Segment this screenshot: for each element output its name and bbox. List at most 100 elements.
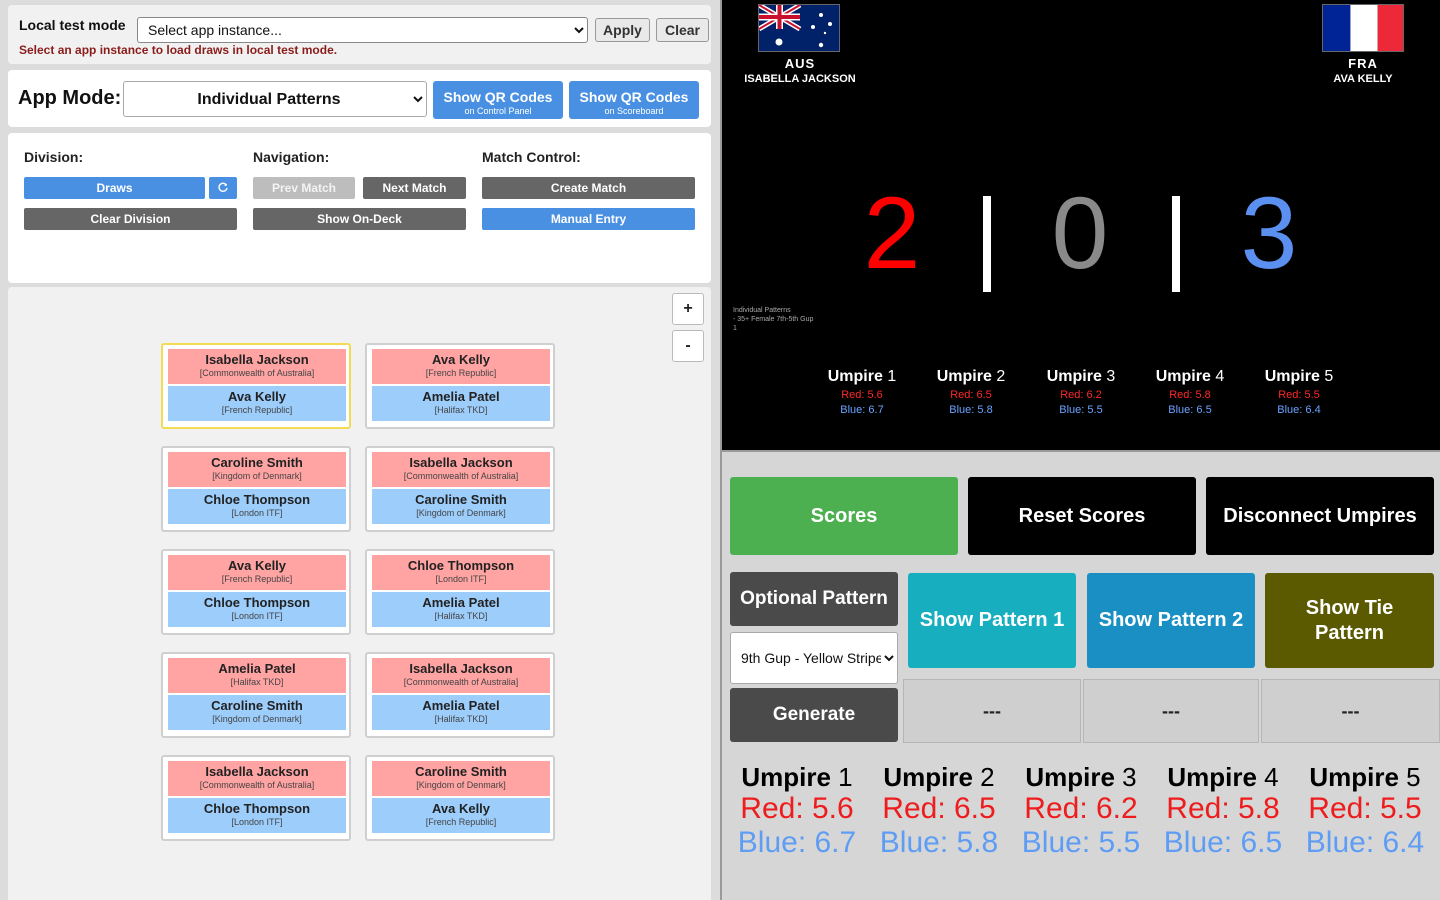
red-slot: Caroline Smith [Kingdom of Denmark] bbox=[372, 761, 550, 796]
blue-athlete: Ava Kelly bbox=[431, 801, 491, 816]
division-title: Division: bbox=[24, 149, 84, 165]
red-athlete: Isabella Jackson bbox=[205, 352, 309, 367]
umpire-number: 4 bbox=[1215, 368, 1225, 385]
app-mode-card: App Mode: Individual Patterns Show QR Co… bbox=[8, 70, 711, 127]
match-card[interactable]: Caroline Smith [Kingdom of Denmark] Ava Ke… bbox=[365, 755, 555, 841]
zoom-in-button[interactable]: + bbox=[672, 293, 704, 325]
blue-slot: Ava Kelly [French Republic] bbox=[168, 386, 346, 421]
umpire-number: 1 bbox=[887, 368, 897, 385]
umpire-label: Umpire bbox=[883, 762, 973, 792]
reset-scores-button[interactable]: Reset Scores bbox=[968, 477, 1196, 555]
prev-match-button[interactable]: Prev Match bbox=[253, 177, 355, 199]
match-card[interactable]: Isabella Jackson [Commonwealth of Austral… bbox=[161, 755, 351, 841]
show-pattern-1-button[interactable]: Show Pattern 1 bbox=[908, 573, 1076, 668]
tie-score: 0 bbox=[1051, 176, 1109, 290]
blue-athlete: Amelia Patel bbox=[422, 595, 500, 610]
umpire-label: Umpire bbox=[741, 762, 831, 792]
division-line-2: - 35+ Female 7th-5th Gup bbox=[733, 316, 814, 323]
blue-score: 3 bbox=[1240, 176, 1298, 290]
umpire-number: 2 bbox=[980, 762, 995, 792]
clear-division-button[interactable]: Clear Division bbox=[24, 208, 237, 230]
blue-athlete: Caroline Smith bbox=[415, 492, 507, 507]
blue-slot: Caroline Smith [Kingdom of Denmark] bbox=[372, 489, 550, 524]
draws-canvas[interactable]: + - Isabella Jackson [Commonwealth of Aus… bbox=[8, 287, 711, 900]
match-card[interactable]: Ava Kelly [French Republic] Chloe Thompson… bbox=[161, 549, 351, 635]
match-card[interactable]: Isabella Jackson [Commonwealth of Austral… bbox=[365, 652, 555, 738]
red-slot: Isabella Jackson [Commonwealth of Austral… bbox=[372, 658, 550, 693]
blue-slot: Ava Kelly [French Republic] bbox=[372, 798, 550, 833]
scoreboard-umpire-4: Umpire 4 Red: 5.8 Blue: 6.5 bbox=[1135, 368, 1245, 416]
red-affiliation: [Kingdom of Denmark] bbox=[416, 780, 506, 790]
red-athlete: Isabella Jackson bbox=[205, 764, 309, 779]
show-qr-control-panel-button[interactable]: Show QR Codes on Control Panel bbox=[433, 81, 563, 119]
qr-scoreboard-sub: on Scoreboard bbox=[604, 105, 664, 116]
red-affiliation: [Kingdom of Denmark] bbox=[212, 471, 302, 481]
umpire-number: 5 bbox=[1324, 368, 1334, 385]
red-athlete: Ava Kelly bbox=[431, 352, 491, 367]
red-affiliation: [Commonwealth of Australia] bbox=[199, 368, 315, 378]
umpire-red-score: Red: 5.6 bbox=[740, 792, 854, 825]
umpire-blue-score: Blue: 5.5 bbox=[1059, 404, 1103, 416]
show-on-deck-button[interactable]: Show On-Deck bbox=[253, 208, 466, 230]
red-athlete: Isabella Jackson bbox=[409, 661, 513, 676]
apply-button[interactable]: Apply bbox=[595, 18, 650, 42]
show-tie-pattern-button[interactable]: Show Tie Pattern bbox=[1265, 573, 1434, 668]
red-slot: Isabella Jackson [Commonwealth of Austral… bbox=[372, 452, 550, 487]
show-qr-scoreboard-button[interactable]: Show QR Codes on Scoreboard bbox=[569, 81, 699, 119]
red-affiliation: [London ITF] bbox=[435, 574, 487, 584]
manual-entry-button[interactable]: Manual Entry bbox=[482, 208, 695, 230]
pattern-1-display: --- bbox=[903, 679, 1081, 743]
blue-slot: Amelia Patel [Halifax TKD] bbox=[372, 592, 550, 627]
scoreboard-umpire-5: Umpire 5 Red: 5.5 Blue: 6.4 bbox=[1244, 368, 1354, 416]
blue-athlete-name: AVA KELLY bbox=[1333, 73, 1393, 85]
umpire-red-score: Red: 6.5 bbox=[882, 792, 996, 825]
disconnect-umpires-button[interactable]: Disconnect Umpires bbox=[1206, 477, 1434, 555]
create-match-button[interactable]: Create Match bbox=[482, 177, 695, 199]
umpire-red-score: Red: 6.2 bbox=[1024, 792, 1138, 825]
umpire-label: Umpire bbox=[1155, 368, 1211, 385]
blue-affiliation: [Kingdom of Denmark] bbox=[212, 714, 302, 724]
blue-affiliation: [Halifax TKD] bbox=[434, 405, 488, 415]
optional-pattern-button[interactable]: Optional Pattern bbox=[730, 572, 898, 626]
app-instance-select[interactable]: Select app instance... bbox=[137, 17, 588, 43]
blue-slot: Chloe Thompson [London ITF] bbox=[168, 592, 346, 627]
match-card[interactable]: Amelia Patel [Halifax TKD] Caroline Smith[… bbox=[161, 652, 351, 738]
show-pattern-2-button[interactable]: Show Pattern 2 bbox=[1087, 573, 1255, 668]
scoreboard-umpire-1: Umpire 1 Red: 5.6 Blue: 6.7 bbox=[807, 368, 917, 416]
app-mode-select[interactable]: Individual Patterns bbox=[123, 81, 427, 117]
match-card[interactable]: Isabella Jackson [Commonwealth of Austral… bbox=[161, 343, 351, 429]
draws-button[interactable]: Draws bbox=[24, 177, 205, 199]
division-line-1: Individual Patterns bbox=[733, 307, 791, 314]
app-mode-label: App Mode: bbox=[18, 87, 122, 109]
clear-button[interactable]: Clear bbox=[656, 18, 709, 42]
umpire-blue-score: Blue: 6.7 bbox=[840, 404, 884, 416]
blue-athlete: Amelia Patel bbox=[422, 698, 500, 713]
umpire-card-4: Umpire 4 Red: 5.8 Blue: 6.5 bbox=[1155, 762, 1291, 860]
match-card[interactable]: Chloe Thompson [London ITF] Amelia Patel [H… bbox=[365, 549, 555, 635]
blue-slot: Amelia Patel [Halifax TKD] bbox=[372, 386, 550, 421]
umpire-blue-score: Blue: 5.8 bbox=[949, 404, 993, 416]
match-card[interactable]: Caroline Smith [Kingdom of Denmark] Chloe … bbox=[161, 446, 351, 532]
next-match-button[interactable]: Next Match bbox=[363, 177, 466, 199]
refresh-draws-button[interactable] bbox=[209, 177, 237, 199]
generate-button[interactable]: Generate bbox=[730, 688, 898, 742]
blue-athlete-code: FRA bbox=[1348, 56, 1378, 71]
scoreboard: AUS ISABELLA JACKSON FRA AVA KELLY 2 0 3… bbox=[720, 0, 1440, 450]
zoom-out-button[interactable]: - bbox=[672, 330, 704, 362]
umpire-blue-score: Blue: 5.5 bbox=[1021, 826, 1141, 859]
score-separator-1 bbox=[983, 196, 991, 292]
scores-button[interactable]: Scores bbox=[730, 477, 958, 555]
match-control-title: Match Control: bbox=[482, 149, 581, 165]
umpire-number: 1 bbox=[838, 762, 853, 792]
red-slot: Isabella Jackson [Commonwealth of Austral… bbox=[168, 349, 346, 384]
blue-athlete: Ava Kelly bbox=[227, 389, 287, 404]
match-card[interactable]: Isabella Jackson [Commonwealth of Austral… bbox=[365, 446, 555, 532]
pattern-select[interactable]: 9th Gup - Yellow Stripe bbox=[730, 632, 898, 684]
umpire-blue-score: Blue: 6.5 bbox=[1163, 826, 1283, 859]
match-card[interactable]: Ava Kelly [French Republic] Amelia Patel [H… bbox=[365, 343, 555, 429]
red-affiliation: [Commonwealth of Australia] bbox=[403, 471, 519, 481]
blue-affiliation: [French Republic] bbox=[425, 817, 497, 827]
red-athlete: Isabella Jackson bbox=[409, 455, 513, 470]
qr-control-title: Show QR Codes bbox=[443, 88, 553, 105]
blue-affiliation: [London ITF] bbox=[231, 508, 283, 518]
